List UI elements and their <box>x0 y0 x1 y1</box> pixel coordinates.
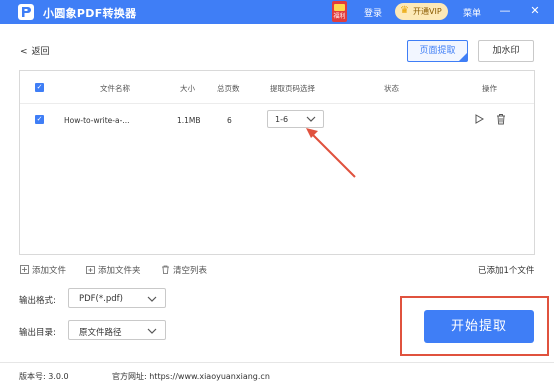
add-folder-label: 添加文件夹 <box>98 266 141 276</box>
row-pages: 6 <box>227 116 232 125</box>
page-range-value: 1-6 <box>275 115 289 124</box>
back-button[interactable]: < 返回 <box>20 44 50 57</box>
mode-watermark-button[interactable]: 加水印 <box>478 40 534 62</box>
row-checkbox[interactable]: ✓ <box>35 115 44 124</box>
table-row[interactable]: ✓ How-to-write-a-... 1.1MB 6 1-6 <box>20 104 534 136</box>
vip-button[interactable]: ♛ 开通VIP <box>395 3 448 20</box>
add-file-icon <box>20 265 29 274</box>
row-size: 1.1MB <box>177 116 201 125</box>
app-window: 小圆象PDF转换器 福利 登录 ♛ 开通VIP 菜单 — ✕ < 返回 页面提取 … <box>0 0 554 388</box>
chevron-left-icon: < <box>20 47 28 57</box>
header-range: 提取页码选择 <box>270 84 315 93</box>
gift-icon[interactable]: 福利 <box>332 1 347 22</box>
version-label: 版本号: 3.0.0 <box>19 372 69 381</box>
header-size: 大小 <box>180 84 195 93</box>
header-pages: 总页数 <box>217 84 240 93</box>
trash-icon <box>162 265 169 274</box>
mode-extract-label: 页面提取 <box>419 46 456 56</box>
mode-extract-button[interactable]: 页面提取 <box>407 40 468 62</box>
output-dir-label: 输出目录: <box>19 328 56 338</box>
mode-watermark-label: 加水印 <box>492 46 520 56</box>
gift-label: 福利 <box>333 13 346 20</box>
file-table: ✓ 文件名称 大小 总页数 提取页码选择 状态 操作 ✓ How-to-writ… <box>19 70 535 255</box>
header-status: 状态 <box>384 84 399 93</box>
back-label: 返回 <box>31 47 50 57</box>
format-value: PDF(*.pdf) <box>79 294 123 304</box>
close-button[interactable]: ✕ <box>527 3 543 19</box>
menu-button[interactable]: 菜单 <box>463 6 481 19</box>
chevron-down-icon <box>147 296 157 302</box>
login-link[interactable]: 登录 <box>364 6 382 19</box>
output-dir-select[interactable]: 原文件路径 <box>68 320 166 340</box>
trash-icon[interactable] <box>495 113 507 125</box>
header-filename: 文件名称 <box>100 84 130 93</box>
title-bar: 小圆象PDF转换器 福利 登录 ♛ 开通VIP 菜单 — ✕ <box>0 0 554 24</box>
app-title: 小圆象PDF转换器 <box>43 7 137 20</box>
minimize-button[interactable]: — <box>497 3 513 19</box>
added-count: 已添加1个文件 <box>478 266 535 276</box>
clear-list-button[interactable]: 清空列表 <box>161 264 207 276</box>
crown-icon: ♛ <box>400 5 409 16</box>
annotation-arrow-icon <box>306 128 356 178</box>
play-icon[interactable] <box>473 113 485 125</box>
website-link[interactable]: 官方网址: https://www.xiaoyuanxiang.cn <box>112 371 270 382</box>
output-dir-value: 原文件路径 <box>79 328 122 338</box>
selected-corner-icon <box>459 53 467 61</box>
chevron-down-icon <box>147 328 157 334</box>
row-filename: How-to-write-a-... <box>64 116 130 125</box>
add-file-button[interactable]: 添加文件 <box>20 264 66 276</box>
status-bar: 版本号: 3.0.0 官方网址: https://www.xiaoyuanxia… <box>0 362 554 388</box>
start-extract-button[interactable]: 开始提取 <box>424 310 534 343</box>
vip-label: 开通VIP <box>413 7 442 16</box>
gift-ribbon-icon <box>334 4 345 11</box>
add-file-label: 添加文件 <box>32 266 67 276</box>
format-select[interactable]: PDF(*.pdf) <box>68 288 166 308</box>
app-logo-icon <box>18 4 34 20</box>
table-header: ✓ 文件名称 大小 总页数 提取页码选择 状态 操作 <box>20 71 534 104</box>
format-label: 输出格式: <box>19 296 56 306</box>
clear-list-label: 清空列表 <box>173 266 208 276</box>
add-folder-button[interactable]: 添加文件夹 <box>86 264 141 276</box>
add-folder-icon <box>86 266 95 274</box>
header-actions: 操作 <box>482 84 497 93</box>
select-all-checkbox[interactable]: ✓ <box>35 83 44 92</box>
